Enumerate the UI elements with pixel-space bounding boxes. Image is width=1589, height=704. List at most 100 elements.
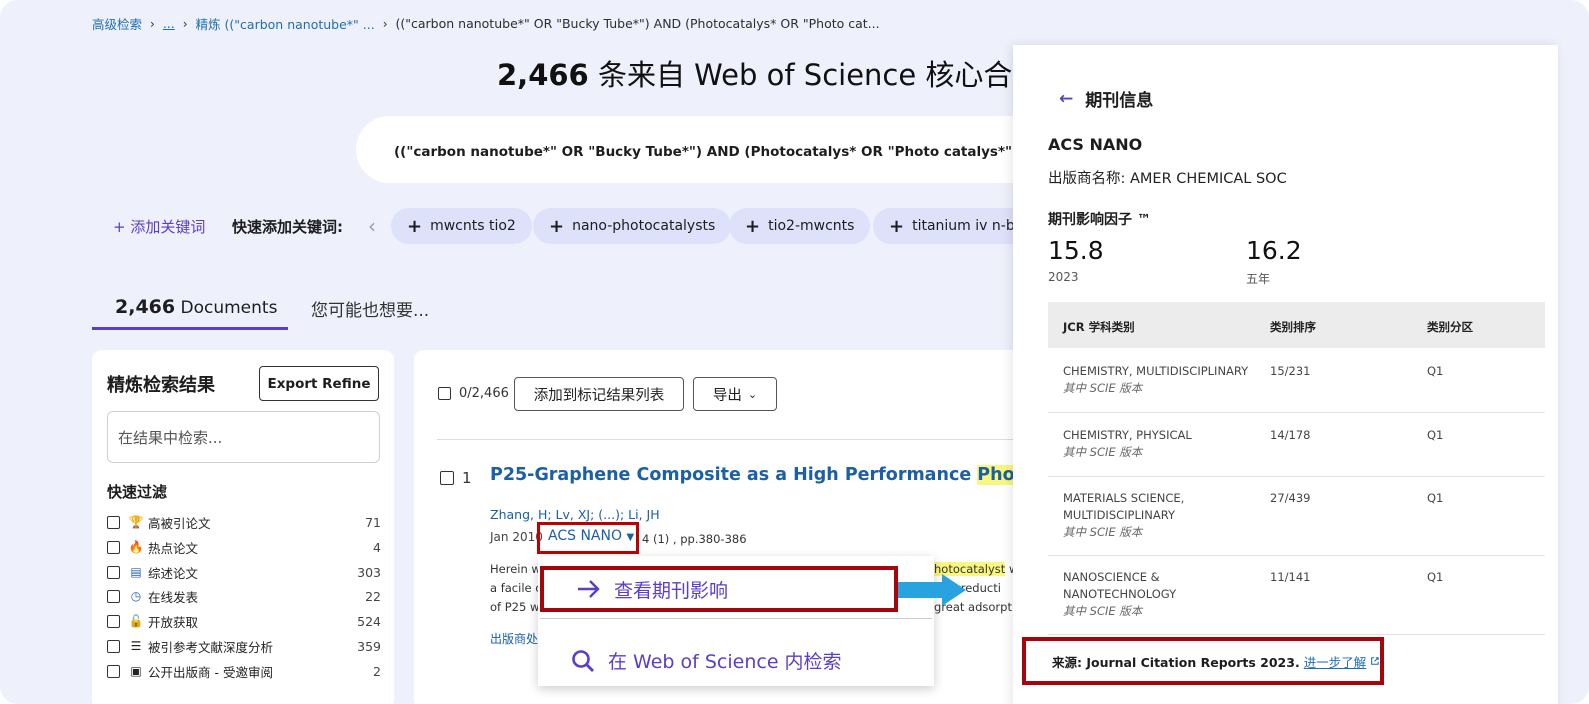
search-in-wos-item[interactable]: 在 Web of Science 内检索 — [570, 647, 842, 674]
jcr-rank-header: 类别排序 — [1270, 320, 1316, 334]
add-keyword-button[interactable]: + 添加关键词 — [113, 216, 205, 237]
filter-label: 公开出版商 - 受邀审阅 — [148, 664, 273, 680]
breadcrumb-current: (("carbon nanotube*" OR "Bucky Tube*") A… — [395, 16, 880, 31]
fire-icon: 🔥 — [128, 540, 144, 554]
trophy-icon: 🏆 — [128, 515, 144, 529]
impact-factor-value: 15.8 — [1048, 236, 1104, 265]
jcr-quartile: Q1 — [1427, 491, 1444, 505]
refine-title: 精炼检索结果 — [107, 375, 215, 396]
filter-count: 4 — [373, 539, 381, 555]
search-in-wos-label: 在 Web of Science 内检索 — [608, 651, 842, 673]
filter-checkbox[interactable] — [107, 515, 120, 529]
jcr-quartile: Q1 — [1427, 570, 1444, 584]
filter-row[interactable]: 🔥 热点论文 4 — [107, 536, 381, 558]
impact-factor-label: 期刊影响因子 ™ — [1048, 212, 1151, 228]
filter-checkbox[interactable] — [107, 614, 120, 628]
add-to-marked-list-button[interactable]: 添加到标记结果列表 — [514, 377, 684, 411]
jcr-category-name: NANOTECHNOLOGY — [1063, 587, 1177, 601]
dropdown-divider — [540, 618, 932, 619]
filter-row[interactable]: ▤ 综述论文 303 — [107, 561, 381, 583]
record-checkbox[interactable] — [440, 471, 454, 485]
record-authors[interactable]: Zhang, H; Lv, XJ; (...); Li, JH — [490, 507, 660, 522]
journal-name-heading: ACS NANO — [1048, 135, 1143, 154]
lock-open-icon: 🔓 — [128, 614, 144, 628]
filter-row[interactable]: 🔓 开放获取 524 — [107, 610, 381, 632]
documents-label: Documents — [175, 298, 278, 318]
select-all-checkbox[interactable] — [438, 387, 451, 400]
jcr-source-label: 来源: Journal Citation Reports 2023. — [1052, 654, 1300, 670]
external-link-icon — [1371, 657, 1379, 665]
documents-count: 2,466 — [115, 296, 176, 318]
filter-row[interactable]: ▣ 公开出版商 - 受邀审阅 2 — [107, 660, 381, 682]
tab-documents[interactable]: 2,466 Documents — [115, 296, 277, 318]
query-display[interactable]: (("carbon nanotube*" OR "Bucky Tube*") A… — [356, 116, 1056, 183]
app-frame: 高级检索 › ... › 精炼 (("carbon nanotube*" ...… — [0, 0, 1589, 704]
record-volume: 4 (1) , pp.380-386 — [642, 532, 747, 546]
record-date: Jan 2010 — [490, 530, 543, 544]
jcr-edition: 其中 SCIE 版本 — [1063, 445, 1143, 459]
caret-down-icon: ▼ — [626, 532, 635, 543]
keyword-chip[interactable]: + nano-photocatalysts — [533, 208, 732, 244]
journal-publisher: 出版商名称: AMER CHEMICAL SOC — [1048, 171, 1287, 187]
select-all[interactable]: 0/2,466 — [438, 386, 509, 401]
keyword-chip-label: nano-photocatalysts — [572, 218, 716, 234]
filter-checkbox[interactable] — [107, 639, 120, 653]
learn-more-link[interactable]: 进一步了解 — [1304, 652, 1367, 671]
annotation-arrow-icon — [898, 574, 966, 606]
keyword-chip[interactable]: + tio2-mwcnts — [729, 208, 871, 244]
breadcrumb-ellipsis[interactable]: ... — [163, 16, 175, 31]
divider — [437, 439, 1034, 440]
impact-factor-year: 2023 — [1048, 270, 1079, 284]
query-text: (("carbon nanotube*" OR "Bucky Tube*") A… — [394, 143, 1056, 160]
keyword-chip[interactable]: + titanium iv n-bu — [873, 208, 1033, 244]
plus-icon: + — [745, 215, 761, 237]
jcr-category-name: MULTIDISCIPLINARY — [1063, 508, 1176, 522]
select-count: 0/2,466 — [459, 386, 509, 401]
filter-row[interactable]: ◷ 在线发表 22 — [107, 585, 381, 607]
filter-row[interactable]: ☰ 被引参考文献深度分析 359 — [107, 635, 381, 657]
table-row-divider — [1048, 634, 1545, 635]
breadcrumb-refine[interactable]: 精炼 (("carbon nanotube*" ... — [196, 14, 375, 33]
jcr-category: NANOSCIENCE & NANOTECHNOLOGY 其中 SCIE 版本 — [1063, 569, 1176, 620]
clock-icon: ◷ — [130, 589, 142, 603]
journal-panel-title: 期刊信息 — [1085, 91, 1154, 111]
filter-label: 热点论文 — [148, 540, 199, 556]
chevron-down-icon: ⌄ — [747, 387, 758, 401]
filter-checkbox[interactable] — [107, 565, 120, 579]
journal-link[interactable]: ACS NANO ▼ — [548, 528, 634, 544]
filter-label: 开放获取 — [148, 614, 199, 630]
publisher-link[interactable]: 出版商处 — [490, 630, 538, 647]
plus-icon: + — [407, 215, 423, 237]
filter-label: 高被引论文 — [148, 515, 211, 531]
search-within-results-input[interactable]: 在结果中检索... — [107, 411, 380, 463]
tab-suggestions[interactable]: 您可能也想要... — [311, 296, 429, 321]
filter-checkbox[interactable] — [107, 589, 120, 603]
jcr-quartile-header: 类别分区 — [1427, 320, 1473, 334]
breadcrumb-advanced-search[interactable]: 高级检索 — [92, 14, 142, 33]
export-label: 导出 — [712, 387, 742, 404]
arrow-right-icon — [578, 580, 600, 598]
keyword-chip[interactable]: + mwcnts tio2 — [391, 208, 532, 244]
filter-checkbox[interactable] — [107, 664, 120, 678]
comment-icon: ▣ — [130, 664, 142, 678]
active-tab-indicator — [92, 327, 288, 330]
filter-label: 被引参考文献深度分析 — [148, 639, 274, 655]
view-journal-impact-item[interactable]: 查看期刊影响 — [540, 566, 898, 612]
table-row-divider — [1048, 412, 1545, 413]
export-button[interactable]: 导出 ⌄ — [693, 377, 777, 411]
list-star-icon: ☰ — [130, 639, 142, 653]
filter-checkbox[interactable] — [107, 540, 120, 554]
chevron-left-icon[interactable]: ‹ — [368, 214, 376, 238]
back-arrow-icon[interactable]: ← — [1059, 89, 1073, 109]
journal-name: ACS NANO — [548, 528, 622, 544]
jcr-category-name: MATERIALS SCIENCE, — [1063, 491, 1185, 505]
filter-count: 22 — [365, 588, 381, 604]
filter-row[interactable]: 🏆 高被引论文 71 — [107, 511, 381, 533]
table-row-divider — [1048, 555, 1545, 556]
view-journal-impact-label: 查看期刊影响 — [614, 579, 729, 602]
record-select[interactable]: 1 — [440, 469, 472, 487]
export-refine-button[interactable]: Export Refine — [259, 366, 379, 401]
filter-label: 综述论文 — [148, 565, 199, 581]
jcr-rank: 11/141 — [1270, 570, 1311, 584]
results-count: 2,466 — [497, 58, 589, 92]
